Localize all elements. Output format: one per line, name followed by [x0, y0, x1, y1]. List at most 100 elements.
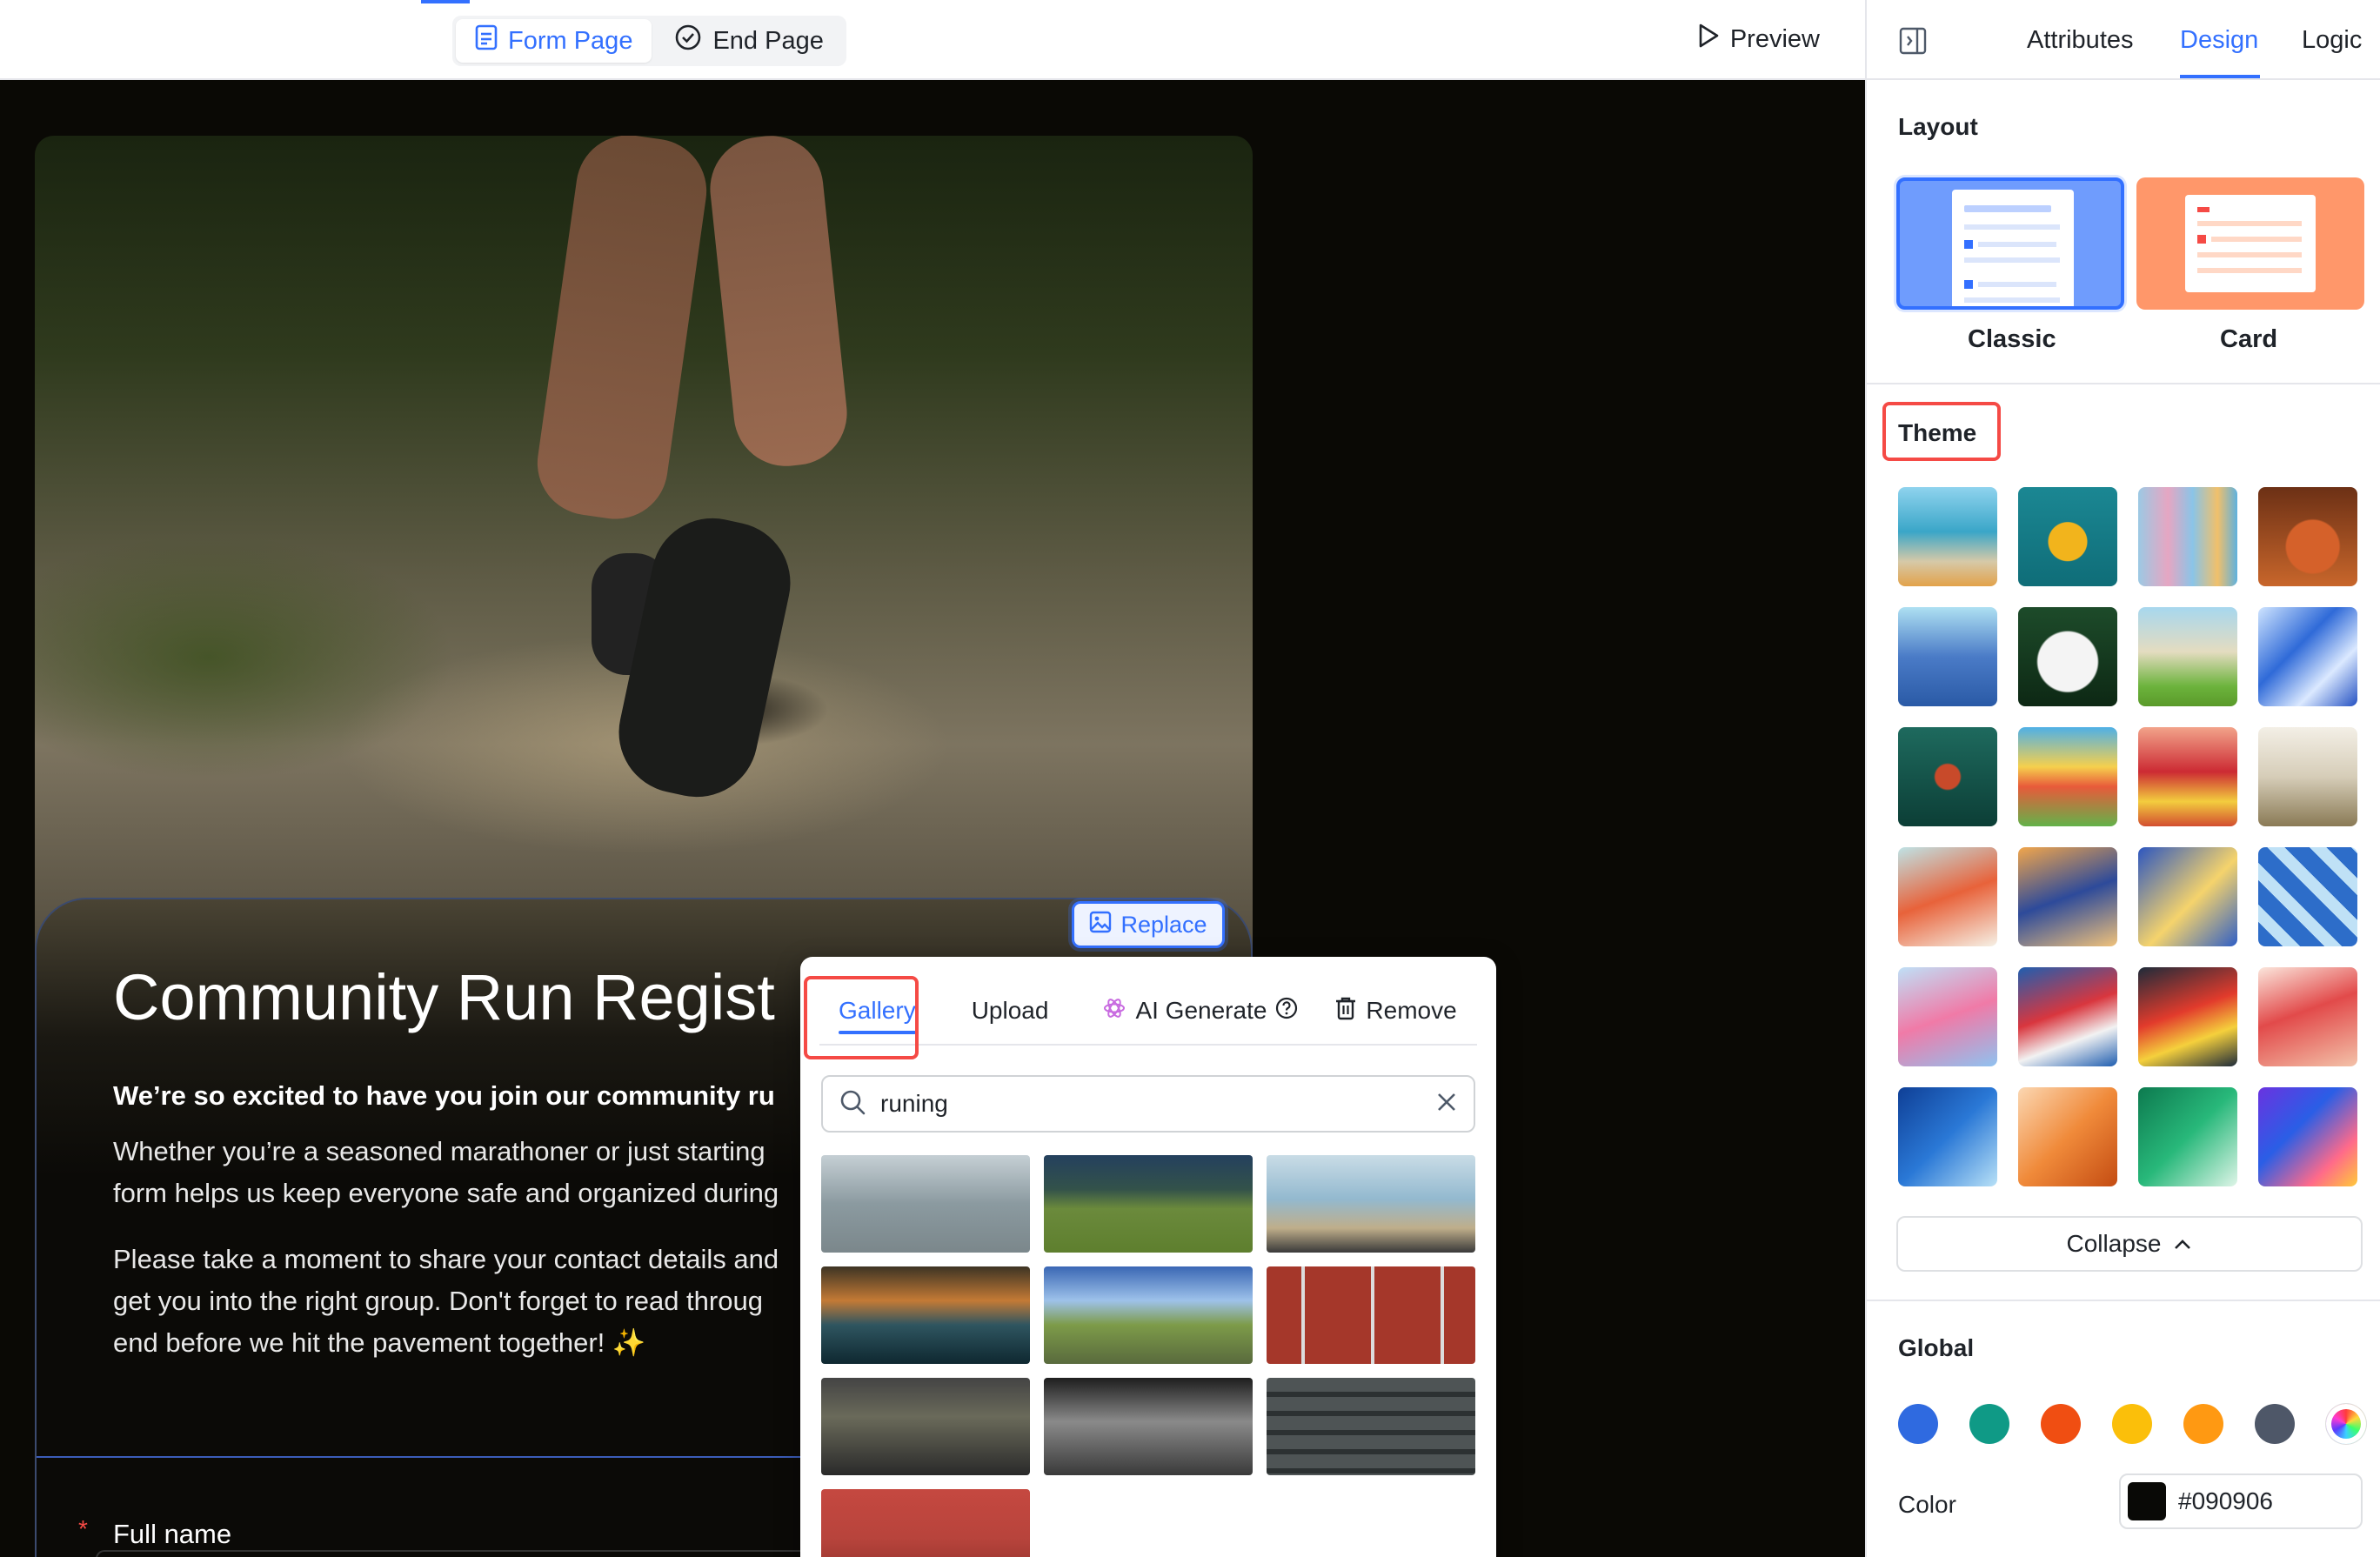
panel-header: Attributes Design Logic	[1867, 0, 2380, 80]
classic-preview-page	[1952, 190, 2074, 306]
cover-image-detail	[531, 136, 713, 526]
form-canvas: Replace Community Run Regist We’re so ex…	[0, 80, 1865, 1557]
tab-end-page[interactable]: End Page	[655, 19, 842, 63]
theme-option[interactable]	[1898, 847, 1997, 946]
color-swatch-yellow[interactable]	[2112, 1404, 2152, 1444]
active-tab-underline	[2180, 75, 2260, 78]
sparkle-icon	[1102, 996, 1126, 1026]
tab-remove[interactable]: Remove	[1334, 977, 1457, 1045]
theme-option[interactable]	[2258, 727, 2357, 826]
preview-line	[2211, 237, 2302, 242]
tab-end-page-label: End Page	[712, 26, 824, 55]
color-swatch-teal[interactable]	[1969, 1404, 2009, 1444]
gallery-thumbnail[interactable]	[821, 1489, 1030, 1557]
theme-option[interactable]	[1898, 727, 1997, 826]
theme-option[interactable]	[2018, 607, 2117, 706]
theme-option[interactable]	[2138, 967, 2237, 1066]
gallery-thumbnail[interactable]	[821, 1378, 1030, 1475]
theme-option[interactable]	[2018, 1087, 2117, 1186]
gallery-thumbnail[interactable]	[1044, 1378, 1253, 1475]
color-swatches	[1898, 1404, 2366, 1444]
tab-logic[interactable]: Logic	[2302, 26, 2362, 55]
theme-option[interactable]	[1898, 607, 1997, 706]
form-paragraph-1: Whether you’re a seasoned marathoner or …	[113, 1131, 896, 1214]
color-preview-chip[interactable]	[2128, 1482, 2166, 1520]
search-icon	[839, 1088, 866, 1120]
gallery-thumbnail[interactable]	[821, 1155, 1030, 1253]
clear-icon[interactable]	[1435, 1091, 1458, 1118]
preview-line	[1964, 257, 2060, 263]
cover-image[interactable]	[35, 136, 1253, 1006]
page-switcher: Form Page End Page	[452, 16, 846, 66]
color-swatch-gray[interactable]	[2255, 1404, 2295, 1444]
gallery-thumbnail[interactable]	[1267, 1266, 1475, 1364]
trash-icon	[1334, 996, 1357, 1026]
divider	[1867, 1300, 2380, 1301]
theme-option[interactable]	[2018, 967, 2117, 1066]
tab-upload[interactable]: Upload	[972, 977, 1049, 1045]
gallery-search[interactable]	[821, 1075, 1475, 1133]
tab-form-page-label: Form Page	[508, 26, 633, 55]
custom-color-picker-icon[interactable]	[2326, 1404, 2366, 1444]
image-picker-popover: Gallery Upload AI Generate Remove	[800, 957, 1496, 1557]
theme-option[interactable]	[2138, 847, 2237, 946]
theme-option[interactable]	[2258, 487, 2357, 586]
layout-card-label: Card	[2220, 325, 2278, 353]
collapse-themes-button[interactable]: Collapse	[1896, 1216, 2363, 1272]
preview-line	[1978, 282, 2056, 287]
color-swatch-orange[interactable]	[2183, 1404, 2223, 1444]
gallery-thumbnail[interactable]	[821, 1266, 1030, 1364]
paragraph-line: Please take a moment to share your conta…	[113, 1244, 779, 1274]
theme-option[interactable]	[2138, 487, 2237, 586]
color-swatch-red-orange[interactable]	[2041, 1404, 2081, 1444]
replace-label: Replace	[1120, 911, 1207, 938]
search-input[interactable]	[880, 1090, 1421, 1118]
theme-option[interactable]	[2138, 607, 2237, 706]
preview-line	[2197, 268, 2302, 273]
gallery-thumbnail[interactable]	[1044, 1155, 1253, 1253]
tab-form-page[interactable]: Form Page	[456, 19, 652, 63]
gallery-highlight	[804, 976, 919, 1059]
paragraph-line: end before we hit the pavement together!…	[113, 1327, 646, 1358]
tab-remove-label: Remove	[1366, 997, 1457, 1024]
gallery-thumbnail[interactable]	[1044, 1266, 1253, 1364]
theme-option[interactable]	[1898, 1087, 1997, 1186]
theme-option[interactable]	[1898, 487, 1997, 586]
cover-image-detail	[705, 136, 852, 471]
theme-grid	[1898, 487, 2357, 1186]
theme-option[interactable]	[2018, 727, 2117, 826]
design-panel: Attributes Design Logic Layout Classic C…	[1865, 0, 2380, 1557]
cover-image-detail	[607, 506, 802, 809]
gallery-thumbnail[interactable]	[1267, 1378, 1475, 1475]
theme-option[interactable]	[2138, 1087, 2237, 1186]
collapse-panel-icon[interactable]	[1898, 26, 1928, 60]
preview-line	[2197, 252, 2302, 257]
preview-checkbox	[2197, 235, 2206, 244]
form-title[interactable]: Community Run Regist	[113, 960, 775, 1034]
color-input[interactable]: #090906	[2119, 1473, 2363, 1529]
layout-card-option[interactable]	[2136, 177, 2364, 310]
tab-design[interactable]: Design	[2180, 26, 2258, 55]
tab-ai-generate[interactable]: AI Generate	[1102, 977, 1298, 1045]
theme-option[interactable]	[2258, 1087, 2357, 1186]
card-preview-page	[2185, 195, 2316, 292]
theme-option[interactable]	[2018, 487, 2117, 586]
tab-attributes[interactable]: Attributes	[2027, 26, 2134, 55]
preview-line	[1964, 224, 2060, 230]
paragraph-line: Whether you’re a seasoned marathoner or …	[113, 1136, 765, 1166]
theme-option[interactable]	[2258, 967, 2357, 1066]
preview-button[interactable]: Preview	[1697, 23, 1820, 56]
help-icon[interactable]	[1275, 997, 1298, 1026]
theme-option[interactable]	[2258, 847, 2357, 946]
gallery-thumbnail[interactable]	[1267, 1155, 1475, 1253]
theme-option[interactable]	[2018, 847, 2117, 946]
theme-option[interactable]	[1898, 967, 1997, 1066]
color-swatch-blue[interactable]	[1898, 1404, 1938, 1444]
color-value: #090906	[2178, 1487, 2274, 1514]
layout-classic-option[interactable]	[1896, 177, 2124, 310]
play-icon	[1697, 23, 1720, 56]
replace-image-button[interactable]: Replace	[1072, 901, 1225, 948]
theme-option[interactable]	[2258, 607, 2357, 706]
divider	[1867, 383, 2380, 384]
theme-option[interactable]	[2138, 727, 2237, 826]
